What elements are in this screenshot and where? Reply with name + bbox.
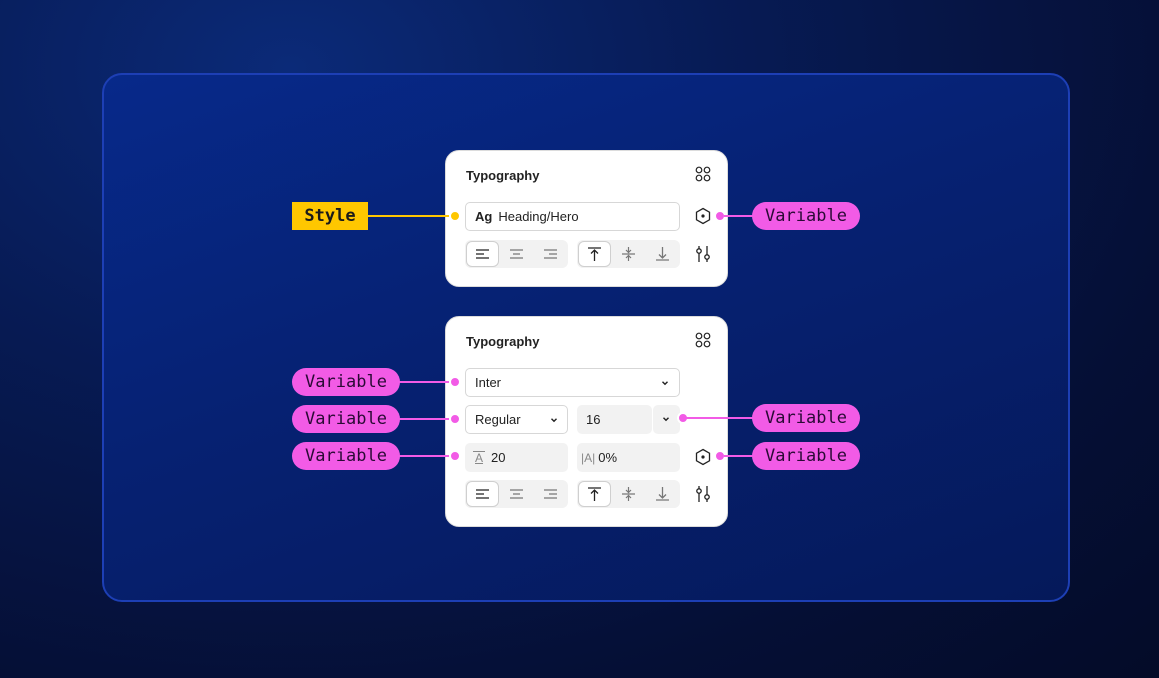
chevron-down-icon	[551, 418, 557, 423]
align-right-button[interactable]	[535, 482, 566, 506]
panel-title: Typography	[466, 334, 540, 349]
font-family-value: Inter	[475, 375, 502, 390]
align-top-icon	[588, 487, 601, 501]
align-center-icon	[510, 489, 523, 499]
align-right-icon	[544, 489, 557, 499]
variable-annotation-label: Variable	[752, 404, 860, 432]
font-size-dropdown[interactable]	[653, 405, 680, 434]
align-right-button[interactable]	[535, 242, 566, 266]
variable-annotation-label: Variable	[752, 202, 860, 230]
settings-sliders-icon[interactable]	[694, 485, 712, 503]
horizontal-align-group	[465, 480, 568, 508]
variable-annotation-label: Variable	[752, 442, 860, 470]
grid-icon[interactable]	[695, 332, 711, 348]
chevron-down-icon	[663, 417, 669, 422]
align-top-icon	[588, 247, 601, 261]
variable-connector-dot	[449, 413, 461, 425]
style-connector-dot	[449, 210, 461, 222]
align-top-button[interactable]	[579, 482, 610, 506]
style-connector-line	[368, 215, 456, 217]
align-middle-button[interactable]	[613, 242, 644, 266]
settings-sliders-icon[interactable]	[694, 245, 712, 263]
typography-panel-style: Typography Ag Heading/Hero	[445, 150, 728, 287]
variable-connector-line	[398, 418, 454, 420]
grid-icon[interactable]	[695, 166, 711, 182]
letter-spacing-input[interactable]: |A| 0%	[577, 443, 680, 472]
vertical-align-group	[577, 240, 680, 268]
font-size-input[interactable]: 16	[577, 405, 652, 434]
align-bottom-icon	[656, 247, 669, 261]
horizontal-align-group	[465, 240, 568, 268]
variable-annotation-label: Variable	[292, 442, 400, 470]
chevron-down-icon	[662, 381, 668, 386]
variable-connector-line	[398, 381, 454, 383]
variable-connector-line	[724, 215, 754, 217]
letter-spacing-value: 0%	[598, 450, 618, 465]
font-size-value: 16	[586, 412, 601, 427]
variable-connector-line	[724, 455, 754, 457]
variable-connector-line	[398, 455, 454, 457]
align-bottom-button[interactable]	[647, 242, 678, 266]
align-left-button[interactable]	[467, 482, 498, 506]
align-bottom-button[interactable]	[647, 482, 678, 506]
line-height-icon: A	[473, 451, 486, 465]
variable-hexagon-icon[interactable]	[694, 207, 712, 225]
align-middle-icon	[622, 247, 635, 261]
variable-annotation-label: Variable	[292, 405, 400, 433]
line-height-input[interactable]: A 20	[465, 443, 568, 472]
align-center-icon	[510, 249, 523, 259]
align-middle-button[interactable]	[613, 482, 644, 506]
variable-connector-dot	[449, 450, 461, 462]
align-center-button[interactable]	[501, 482, 532, 506]
align-top-button[interactable]	[579, 242, 610, 266]
align-right-icon	[544, 249, 557, 259]
font-family-select[interactable]: Inter	[465, 368, 680, 397]
align-middle-icon	[622, 487, 635, 501]
variable-hexagon-icon[interactable]	[694, 448, 712, 466]
text-style-field[interactable]: Ag Heading/Hero	[465, 202, 680, 231]
variable-annotation-label: Variable	[292, 368, 400, 396]
align-left-icon	[476, 249, 489, 259]
align-left-icon	[476, 489, 489, 499]
style-name: Heading/Hero	[498, 209, 579, 224]
font-weight-select[interactable]: Regular	[465, 405, 568, 434]
style-annotation-label: Style	[292, 202, 368, 230]
align-left-button[interactable]	[467, 242, 498, 266]
variable-connector-line	[686, 417, 754, 419]
letter-spacing-icon: |A|	[581, 450, 596, 465]
align-center-button[interactable]	[501, 242, 532, 266]
style-prefix: Ag	[475, 209, 493, 224]
variable-connector-dot	[449, 376, 461, 388]
align-bottom-icon	[656, 487, 669, 501]
line-height-value: 20	[491, 450, 506, 465]
vertical-align-group	[577, 480, 680, 508]
font-weight-value: Regular	[475, 412, 521, 427]
panel-title: Typography	[466, 168, 540, 183]
